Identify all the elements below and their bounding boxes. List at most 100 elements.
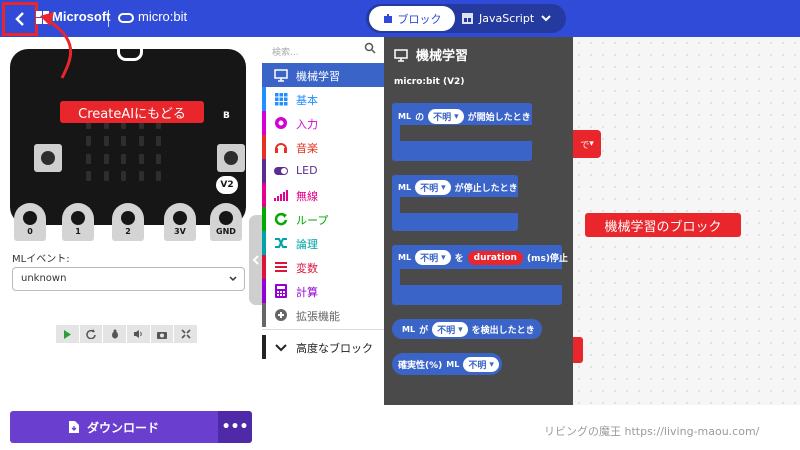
- ml-tag: ML: [398, 112, 412, 121]
- expand-icon: [181, 329, 191, 339]
- partial-block-text: で: [580, 140, 590, 151]
- flyout-title-text: 機械学習: [416, 49, 469, 64]
- category-logic[interactable]: 論理: [262, 231, 384, 255]
- collapse-simulator-button[interactable]: [249, 215, 263, 305]
- category-music[interactable]: 音楽: [262, 135, 384, 159]
- button-b[interactable]: [217, 144, 245, 172]
- block-dropdown[interactable]: 不明 ▾: [415, 180, 451, 195]
- pin-1[interactable]: 1: [62, 203, 94, 241]
- restart-button[interactable]: [79, 325, 103, 343]
- category-label: 機械学習: [296, 70, 340, 83]
- category-led[interactable]: LED: [262, 159, 384, 183]
- block-ml-pause-text: ML 不明 ▾ を duration (ms)停止: [398, 250, 568, 265]
- block-flyout: 機械学習 micro:bit (V2) ML の 不明 ▾ が開始したとき ML …: [384, 37, 573, 405]
- pin-label: 1: [75, 227, 81, 236]
- category-input[interactable]: 入力: [262, 111, 384, 135]
- workspace-partial-block[interactable]: [573, 337, 583, 363]
- block-word: (ms)停止: [526, 254, 568, 264]
- category-label: 高度なブロック: [296, 342, 373, 355]
- download-label: ダウンロード: [86, 420, 159, 435]
- more-options-button[interactable]: •••: [218, 411, 252, 443]
- category-label: 計算: [296, 286, 318, 299]
- category-math[interactable]: 計算: [262, 279, 384, 303]
- ml-tag: ML: [398, 183, 412, 192]
- shuffle-icon: [275, 238, 287, 248]
- ml-tag: ML: [446, 360, 460, 369]
- block-word: を検出したとき: [471, 326, 535, 336]
- block-ml-certainty-text: 確実性(%) ML 不明 ▾: [398, 357, 499, 372]
- category-label: 変数: [296, 262, 318, 275]
- pin-label: 3V: [174, 227, 186, 236]
- category-radio[interactable]: 無線: [262, 183, 384, 207]
- block-word: が停止したとき: [454, 184, 518, 194]
- back-button[interactable]: [2, 2, 38, 36]
- screenshot-button[interactable]: [150, 325, 174, 343]
- tab-javascript[interactable]: JavaScript: [462, 6, 534, 31]
- category-machine-learning[interactable]: 機械学習: [262, 63, 384, 87]
- category-label: 拡張機能: [296, 310, 340, 323]
- play-button[interactable]: [56, 325, 79, 343]
- bug-icon: [111, 329, 118, 339]
- tab-blocks[interactable]: ブロック: [369, 6, 455, 31]
- pin-gnd[interactable]: GND: [210, 203, 242, 241]
- block-dropdown[interactable]: 不明 ▾: [432, 322, 468, 337]
- block-word: 確実性(%): [398, 361, 443, 371]
- pin-0[interactable]: 0: [14, 203, 46, 241]
- code-workspace[interactable]: で ▾ 機械学習のブロック: [573, 37, 800, 405]
- block-ml-started-text: ML の 不明 ▾ が開始したとき: [398, 109, 531, 124]
- chevron-left-icon: [15, 12, 24, 26]
- search-placeholder: 検索...: [272, 48, 299, 58]
- simulator-panel: B A V2 CreateAIにもどる 0 1 2 3V GND MLイベント:…: [0, 37, 263, 405]
- board-label-b: B: [223, 111, 230, 121]
- camera-icon: [157, 331, 168, 339]
- microbit-board: B A V2: [10, 49, 246, 225]
- block-word: を: [454, 254, 464, 264]
- more-dots-icon: •••: [221, 419, 249, 435]
- pin-2[interactable]: 2: [112, 203, 144, 241]
- debug-button[interactable]: [103, 325, 127, 343]
- chevron-down-icon[interactable]: [540, 11, 552, 25]
- toolbox-divider: [262, 329, 384, 330]
- category-variables[interactable]: 変数: [262, 255, 384, 279]
- file-download-icon: [68, 421, 79, 433]
- dropdown-arrow-icon: ▾: [441, 182, 446, 193]
- js-icon: [462, 13, 473, 24]
- pin-label: GND: [216, 227, 236, 236]
- mute-button[interactable]: [127, 325, 150, 343]
- microphone-icon: [117, 49, 143, 61]
- category-label: ループ: [296, 214, 329, 227]
- category-label: LED: [296, 164, 318, 177]
- fullscreen-button[interactable]: [174, 325, 198, 343]
- chevron-down-icon: [229, 276, 237, 282]
- toolbox-search-input[interactable]: 検索...: [270, 41, 378, 59]
- block-word: が: [419, 326, 429, 336]
- category-extensions[interactable]: 拡張機能: [262, 303, 384, 327]
- category-label: 基本: [296, 94, 318, 107]
- flyout-title: 機械学習: [394, 45, 468, 64]
- ml-event-select[interactable]: unknown: [12, 267, 245, 291]
- duration-parameter[interactable]: duration: [467, 250, 523, 265]
- dropdown-value: 不明: [433, 113, 452, 123]
- download-button[interactable]: ダウンロード: [10, 411, 218, 443]
- tab-javascript-label: JavaScript: [479, 12, 535, 25]
- search-icon: [364, 42, 376, 54]
- category-basic[interactable]: 基本: [262, 87, 384, 111]
- block-dropdown[interactable]: 不明 ▾: [415, 250, 451, 265]
- pin-label: 2: [125, 227, 131, 236]
- category-label: 入力: [296, 118, 318, 131]
- category-loops[interactable]: ループ: [262, 207, 384, 231]
- dropdown-value: 不明: [468, 361, 487, 371]
- toolbox: 検索... 機械学習 基本 入力 音楽 LED 無線 ループ 論理 変数 計算 …: [262, 37, 384, 405]
- block-dropdown[interactable]: 不明 ▾: [463, 357, 499, 372]
- blocks-callout: 機械学習のブロック: [585, 213, 741, 237]
- monitor-icon: [394, 48, 408, 62]
- block-dropdown[interactable]: 不明 ▾: [428, 109, 464, 124]
- block-word: が開始したとき: [467, 113, 531, 123]
- ml-event-label: MLイベント:: [12, 254, 70, 265]
- plus-circle-icon: [275, 309, 287, 321]
- workspace-partial-block[interactable]: で ▾: [573, 130, 601, 158]
- ml-tag: ML: [402, 325, 416, 334]
- pin-3v[interactable]: 3V: [164, 203, 196, 241]
- button-a[interactable]: [34, 144, 62, 172]
- category-advanced[interactable]: 高度なブロック: [262, 335, 384, 359]
